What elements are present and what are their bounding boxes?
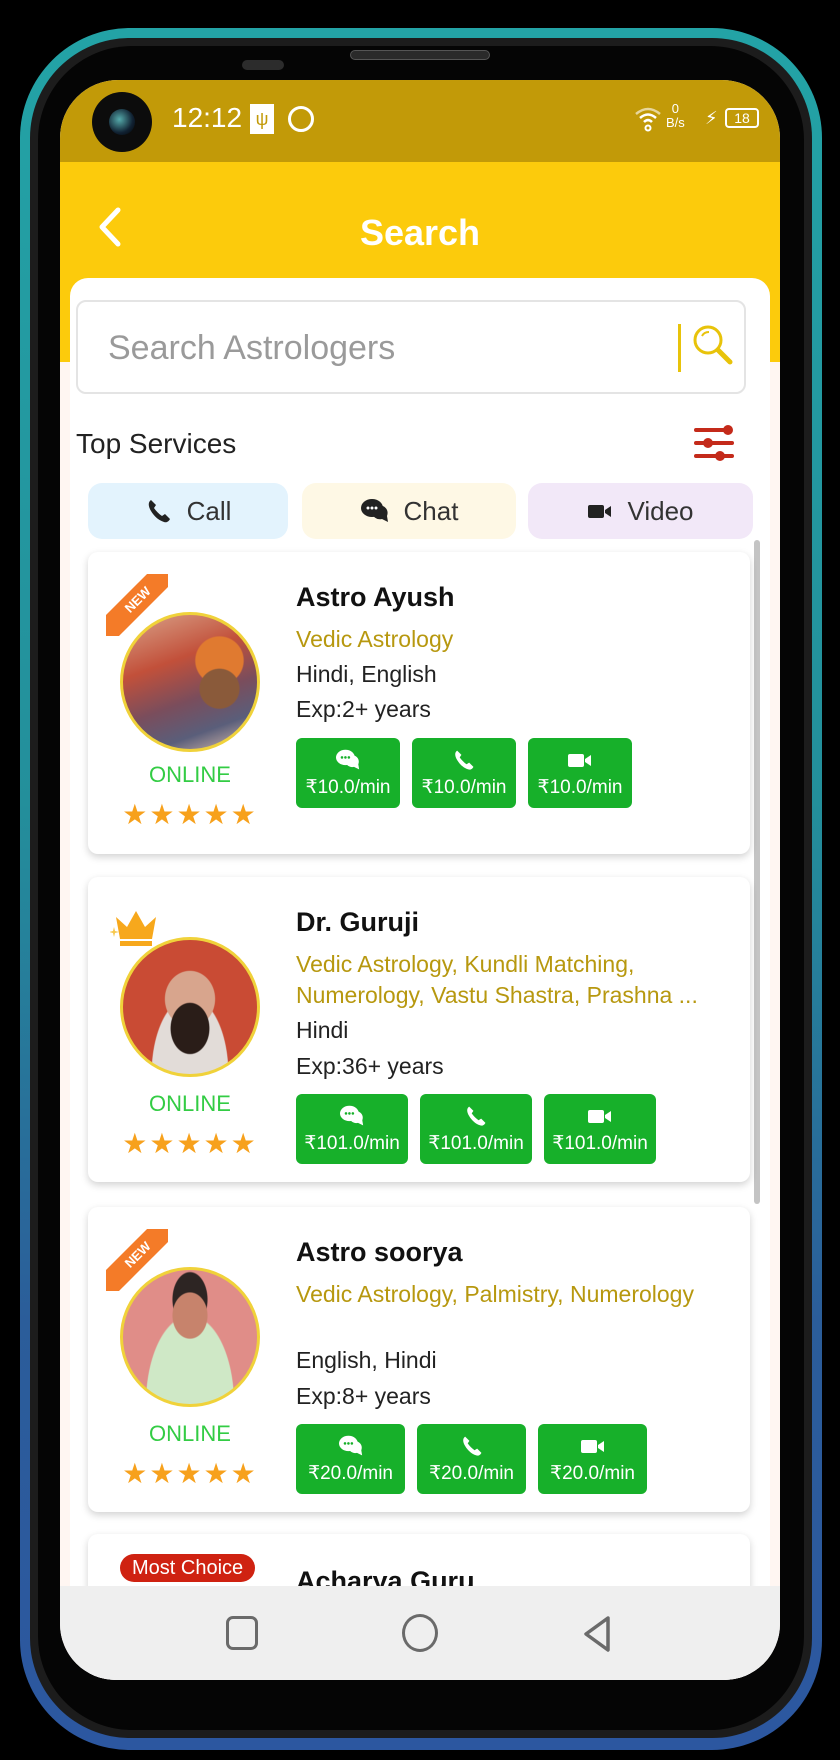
astrologer-card[interactable]: NEW ONLINE ★★★★★ Astro soorya Vedic Astr… [88,1207,750,1512]
call-price-button[interactable]: ₹20.0/min [417,1424,526,1494]
astrologer-skills: Vedic Astrology, Kundli Matching, Numero… [296,951,698,1008]
chat-price: ₹10.0/min [305,776,391,798]
price-buttons: ₹20.0/min ₹20.0/min ₹20.0/min [296,1424,647,1494]
astrologer-skills: Vedic Astrology [296,626,454,652]
astrologer-card[interactable]: NEW ONLINE ★★★★★ Astro Ayush Vedic Astro… [88,552,750,854]
page-title: Search [359,212,481,253]
chip-video[interactable]: Video [528,483,753,539]
chat-price-button[interactable]: ₹10.0/min [296,738,400,808]
astrologer-languages: Hindi [296,1017,349,1043]
network-speed: 0 B/s [666,102,685,130]
astrologer-experience: Exp:8+ years [296,1383,431,1409]
astrologer-experience: Exp:36+ years [296,1053,444,1079]
video-icon [580,1439,604,1453]
astrologer-skills: Vedic Astrology, Palmistry, Numerology [296,1281,694,1307]
video-price-button[interactable]: ₹20.0/min [538,1424,647,1494]
chat-price: ₹101.0/min [304,1132,400,1154]
battery-icon: 18 [725,108,759,128]
list-scrollbar[interactable] [754,540,760,1204]
status-time: 12:12 [172,102,243,133]
chip-call-label: Call [186,495,232,526]
star-rating: ★★★★★ [122,1458,258,1489]
back-triangle-icon[interactable] [580,1614,614,1654]
avatar[interactable] [120,612,260,752]
most-choice-badge: Most Choice [120,1554,256,1582]
astrologer-languages: English, Hindi [296,1347,437,1373]
status-bar: 12:12 ψ 0 B/s ⚡ 18 [60,80,780,162]
system-nav-bar [60,1586,780,1680]
chat-icon [360,499,388,522]
proximity-sensor [242,60,284,70]
crown-icon [110,911,156,946]
top-services-title: Top Services [76,428,237,459]
chip-call[interactable]: Call [88,483,288,539]
video-price-button[interactable]: ₹101.0/min [544,1094,656,1164]
chat-icon [336,749,360,769]
network-speed-unit: B/s [666,115,685,130]
phone-icon [455,750,474,770]
online-status: ONLINE [149,1421,231,1446]
price-buttons: ₹10.0/min ₹10.0/min ₹10.0/min [296,738,632,808]
search-icon[interactable] [690,322,736,368]
search-divider [678,324,681,372]
video-price-button[interactable]: ₹10.0/min [528,738,632,808]
home-button[interactable] [402,1614,438,1652]
video-icon [588,505,612,518]
service-chips: Call Chat Video [88,483,753,539]
astrologer-name[interactable]: Astro Ayush [296,582,455,613]
chat-price-button[interactable]: ₹20.0/min [296,1424,405,1494]
online-status: ONLINE [149,1091,231,1116]
phone-icon [467,1106,486,1126]
search-input[interactable] [108,320,648,376]
chat-price-button[interactable]: ₹101.0/min [296,1094,408,1164]
phone-icon [148,500,170,523]
call-price-button[interactable]: ₹10.0/min [412,738,516,808]
call-price: ₹101.0/min [428,1132,524,1154]
astrologer-name[interactable]: Dr. Guruji [296,907,419,938]
star-rating: ★★★★★ [122,1128,258,1159]
network-speed-value: 0 [671,101,680,116]
video-price: ₹10.0/min [537,776,623,798]
call-price: ₹10.0/min [421,776,507,798]
call-price: ₹20.0/min [429,1462,514,1484]
avatar[interactable] [120,937,260,1077]
star-rating: ★★★★★ [122,799,258,830]
sync-icon [288,106,314,132]
call-price-button[interactable]: ₹101.0/min [420,1094,532,1164]
earpiece-speaker [350,50,490,60]
astrologer-experience: Exp:2+ years [296,696,431,722]
front-camera [92,92,152,152]
phone-icon [462,1436,481,1456]
video-icon [588,1109,611,1123]
chat-icon [338,1435,362,1455]
wifi-icon [635,107,661,132]
video-price: ₹101.0/min [552,1132,648,1154]
video-price: ₹20.0/min [550,1462,635,1484]
charging-bolt-icon: ⚡ [705,108,718,128]
online-status: ONLINE [149,762,231,787]
chat-price: ₹20.0/min [308,1462,393,1484]
price-buttons: ₹101.0/min ₹101.0/min ₹101.0/min [296,1094,656,1164]
sliders-icon[interactable] [692,424,736,462]
usb-icon: ψ [250,104,274,134]
video-icon [568,753,591,767]
chat-icon [340,1105,364,1125]
search-box [76,300,746,394]
chip-chat[interactable]: Chat [302,483,516,539]
phone-screen: 12:12 ψ 0 B/s ⚡ 18 Search Search Astrolo… [60,80,780,1680]
avatar[interactable] [120,1267,260,1407]
astrologer-name[interactable]: Astro soorya [296,1237,463,1268]
chip-chat-label: Chat [403,495,459,526]
search-content: Top Services Call [70,278,770,1680]
chip-video-label: Video [627,495,694,526]
recents-button[interactable] [226,1616,258,1650]
astrologer-languages: Hindi, English [296,661,437,687]
astrologer-card[interactable]: ONLINE ★★★★★ Dr. Guruji Vedic Astrology,… [88,877,750,1182]
